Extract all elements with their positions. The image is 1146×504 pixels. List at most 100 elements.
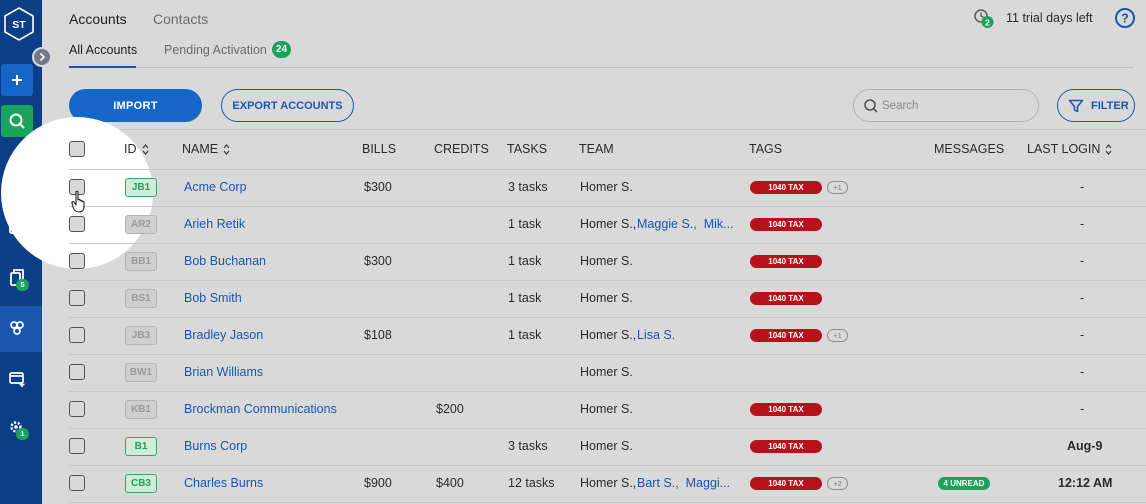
row-divider xyxy=(69,243,1146,244)
account-name-link[interactable]: Acme Corp xyxy=(184,180,247,194)
team-member: Homer S., xyxy=(580,217,637,231)
trial-days-badge: 2 xyxy=(985,17,990,27)
filter-button[interactable]: FILTER xyxy=(1057,89,1135,122)
active-subtab-indicator xyxy=(69,66,136,68)
row-checkbox[interactable] xyxy=(69,401,85,417)
last-login-value: - xyxy=(1080,365,1085,379)
row-checkbox[interactable] xyxy=(69,253,85,269)
account-name-link[interactable]: Bob Smith xyxy=(184,291,242,305)
settings-count-badge: 1 xyxy=(16,428,29,440)
account-name-link[interactable]: Brian Williams xyxy=(184,365,263,379)
more-tags-badge[interactable]: +2 xyxy=(827,477,848,490)
column-header-last-login[interactable]: LAST LOGIN xyxy=(1027,142,1112,156)
account-id-badge: JB3 xyxy=(125,326,157,345)
column-label: ID xyxy=(124,142,137,156)
more-tags-badge[interactable]: +1 xyxy=(827,329,848,342)
firm-logo[interactable]: ST xyxy=(3,6,35,42)
tag-badge[interactable]: 1040 TAX xyxy=(750,292,822,305)
column-label: NAME xyxy=(182,142,219,156)
tag-badge[interactable]: 1040 TAX xyxy=(750,255,822,268)
trial-clock-icon[interactable]: 2 xyxy=(972,7,998,31)
help-icon[interactable]: ? xyxy=(1114,7,1136,29)
row-divider xyxy=(69,428,1146,429)
search-box xyxy=(853,89,1039,122)
column-header-id[interactable]: ID xyxy=(124,142,149,156)
tag-badge[interactable]: 1040 TAX xyxy=(750,218,822,231)
column-header-credits[interactable]: CREDITS xyxy=(434,142,489,156)
row-checkbox[interactable] xyxy=(69,364,85,380)
bills-value: $300 xyxy=(364,254,392,268)
nav-settings[interactable]: 1 xyxy=(0,406,42,448)
tag-badge[interactable]: 1040 TAX xyxy=(750,329,822,342)
account-name-link[interactable]: Charles Burns xyxy=(184,476,263,490)
subtab-pending-activation[interactable]: Pending Activation xyxy=(164,43,267,57)
row-divider xyxy=(69,169,1146,170)
bills-value: $108 xyxy=(364,328,392,342)
account-name-link[interactable]: Bob Buchanan xyxy=(184,254,266,268)
account-name-link[interactable]: Burns Corp xyxy=(184,439,247,453)
subtab-all-accounts[interactable]: All Accounts xyxy=(69,43,137,57)
credits-value: $200 xyxy=(436,402,464,416)
row-checkbox[interactable] xyxy=(69,475,85,491)
column-header-team[interactable]: TEAM xyxy=(579,142,614,156)
row-checkbox[interactable] xyxy=(69,438,85,454)
more-tags-badge[interactable]: +1 xyxy=(827,181,848,194)
sort-icon xyxy=(142,144,148,156)
search-icon xyxy=(864,99,878,113)
account-name-link[interactable]: Bradley Jason xyxy=(184,328,263,342)
tag-badge[interactable]: 1040 TAX xyxy=(750,403,822,416)
nav-accounts[interactable] xyxy=(0,306,42,352)
select-all-checkbox[interactable] xyxy=(69,141,85,157)
team-more-members[interactable]: Maggie S., Mik... xyxy=(637,217,734,231)
unread-messages-badge[interactable]: 4 UNREAD xyxy=(938,477,990,490)
tasks-value[interactable]: 3 tasks xyxy=(508,439,548,453)
hand-cursor-icon xyxy=(71,190,85,213)
bills-value: $900 xyxy=(364,476,392,490)
account-name-link[interactable]: Arieh Retik xyxy=(184,217,245,231)
team-more-members[interactable]: Bart S., Maggi... xyxy=(637,476,730,490)
row-checkbox[interactable] xyxy=(69,327,85,343)
tasks-value[interactable]: 1 task xyxy=(508,291,541,305)
row-checkbox[interactable] xyxy=(69,290,85,306)
column-header-name[interactable]: NAME xyxy=(182,142,230,156)
account-id-badge: BS1 xyxy=(125,289,157,308)
column-header-bills[interactable]: BILLS xyxy=(362,142,396,156)
tasks-value[interactable]: 12 tasks xyxy=(508,476,555,490)
column-header-messages[interactable]: MESSAGES xyxy=(934,142,1004,156)
documents-count-badge: 5 xyxy=(16,279,29,291)
plus-icon xyxy=(12,75,22,85)
team-member: Homer S. xyxy=(580,402,633,416)
export-accounts-button[interactable]: EXPORT ACCOUNTS xyxy=(221,89,354,122)
sidebar-collapse-toggle[interactable] xyxy=(32,47,52,67)
account-id-badge: KB1 xyxy=(125,400,157,419)
last-login-value: - xyxy=(1080,402,1085,416)
last-login-value: - xyxy=(1080,254,1085,268)
tab-accounts[interactable]: Accounts xyxy=(69,11,127,27)
team-member: Homer S. xyxy=(580,291,633,305)
tag-badge[interactable]: 1040 TAX xyxy=(750,181,822,194)
tasks-value[interactable]: 1 task xyxy=(508,254,541,268)
help-icon-glyph: ? xyxy=(1121,11,1129,25)
tasks-value[interactable]: 3 tasks xyxy=(508,180,548,194)
quick-add-button[interactable] xyxy=(1,64,33,96)
last-login-value: Aug-9 xyxy=(1067,439,1103,453)
row-divider xyxy=(69,280,1146,281)
column-header-tasks[interactable]: TASKS xyxy=(507,142,547,156)
tag-badge[interactable]: 1040 TAX xyxy=(750,477,822,490)
search-input[interactable] xyxy=(882,97,1032,115)
tasks-value[interactable]: 1 task xyxy=(508,217,541,231)
row-checkbox[interactable] xyxy=(69,216,85,232)
nav-documents[interactable]: 5 xyxy=(0,257,42,299)
nav-billing[interactable] xyxy=(0,357,42,399)
chevron-right-icon xyxy=(39,52,46,62)
column-header-tags[interactable]: TAGS xyxy=(749,142,782,156)
credits-value: $400 xyxy=(436,476,464,490)
tag-badge[interactable]: 1040 TAX xyxy=(750,440,822,453)
tab-contacts[interactable]: Contacts xyxy=(153,11,208,27)
tasks-value[interactable]: 1 task xyxy=(508,328,541,342)
team-more-members[interactable]: Lisa S. xyxy=(637,328,675,342)
account-name-link[interactable]: Brockman Communications xyxy=(184,402,337,416)
account-id-badge: B1 xyxy=(125,437,157,456)
account-id-badge: JB1 xyxy=(125,178,157,197)
global-search-button[interactable] xyxy=(1,105,33,137)
